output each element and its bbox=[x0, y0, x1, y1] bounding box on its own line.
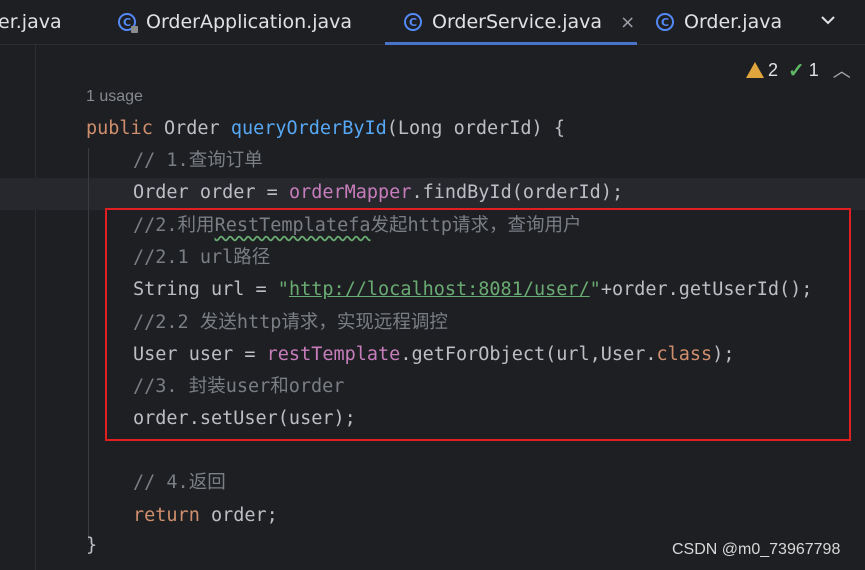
code-line-13: } bbox=[86, 535, 98, 556]
editor-tab-bar: er.java C OrderApplication.java C OrderS… bbox=[0, 0, 865, 45]
tab-user-controller[interactable]: er.java bbox=[0, 0, 62, 44]
tab-order-service[interactable]: C OrderService.java × bbox=[404, 0, 635, 44]
usage-hint[interactable]: 1 usage bbox=[86, 88, 143, 106]
tab-label: er.java bbox=[0, 11, 62, 33]
comment: // 4.返回 bbox=[133, 472, 226, 493]
tab-label: Order.java bbox=[684, 11, 783, 33]
field-ref: orderMapper bbox=[288, 182, 412, 203]
code-line-11: // 4.返回 bbox=[133, 468, 226, 498]
tab-order-application[interactable]: C OrderApplication.java bbox=[118, 0, 352, 44]
code-line-12: return order; bbox=[133, 505, 278, 526]
class-icon: C bbox=[118, 13, 138, 33]
code-line-1: public Order queryOrderById(Long orderId… bbox=[86, 114, 565, 144]
highlight-annotation-box bbox=[105, 208, 851, 441]
indent-guide bbox=[88, 148, 89, 540]
close-icon[interactable]: × bbox=[620, 12, 635, 33]
chevron-up-icon[interactable]: ︿ bbox=[833, 57, 851, 83]
comment: // 1.查询订单 bbox=[133, 150, 263, 171]
tab-order[interactable]: C Order.java bbox=[656, 0, 782, 44]
gutter-divider bbox=[35, 45, 36, 570]
tab-label: OrderService.java bbox=[432, 11, 603, 33]
keyword: return bbox=[133, 505, 200, 526]
tab-label: OrderApplication.java bbox=[146, 11, 353, 33]
code-line-2: // 1.查询订单 bbox=[133, 146, 263, 176]
type: Order bbox=[163, 118, 220, 139]
watermark: CSDN @m0_73967798 bbox=[672, 541, 841, 558]
class-icon: C bbox=[404, 13, 422, 31]
chevron-down-icon[interactable] bbox=[818, 10, 838, 30]
warning-count: 2 bbox=[768, 59, 779, 80]
method-name: queryOrderById bbox=[230, 118, 387, 139]
params: (Long orderId) { bbox=[386, 118, 565, 139]
keyword: public bbox=[86, 118, 153, 139]
inspection-widget[interactable]: 2 ✓ 1 ︿ bbox=[746, 57, 851, 83]
check-icon: ✓ bbox=[788, 59, 805, 82]
weak-warning-count: 1 bbox=[808, 59, 819, 80]
warning-icon bbox=[746, 62, 764, 78]
code-line-3: Order order = orderMapper.findById(order… bbox=[133, 182, 624, 203]
class-icon: C bbox=[656, 13, 674, 31]
